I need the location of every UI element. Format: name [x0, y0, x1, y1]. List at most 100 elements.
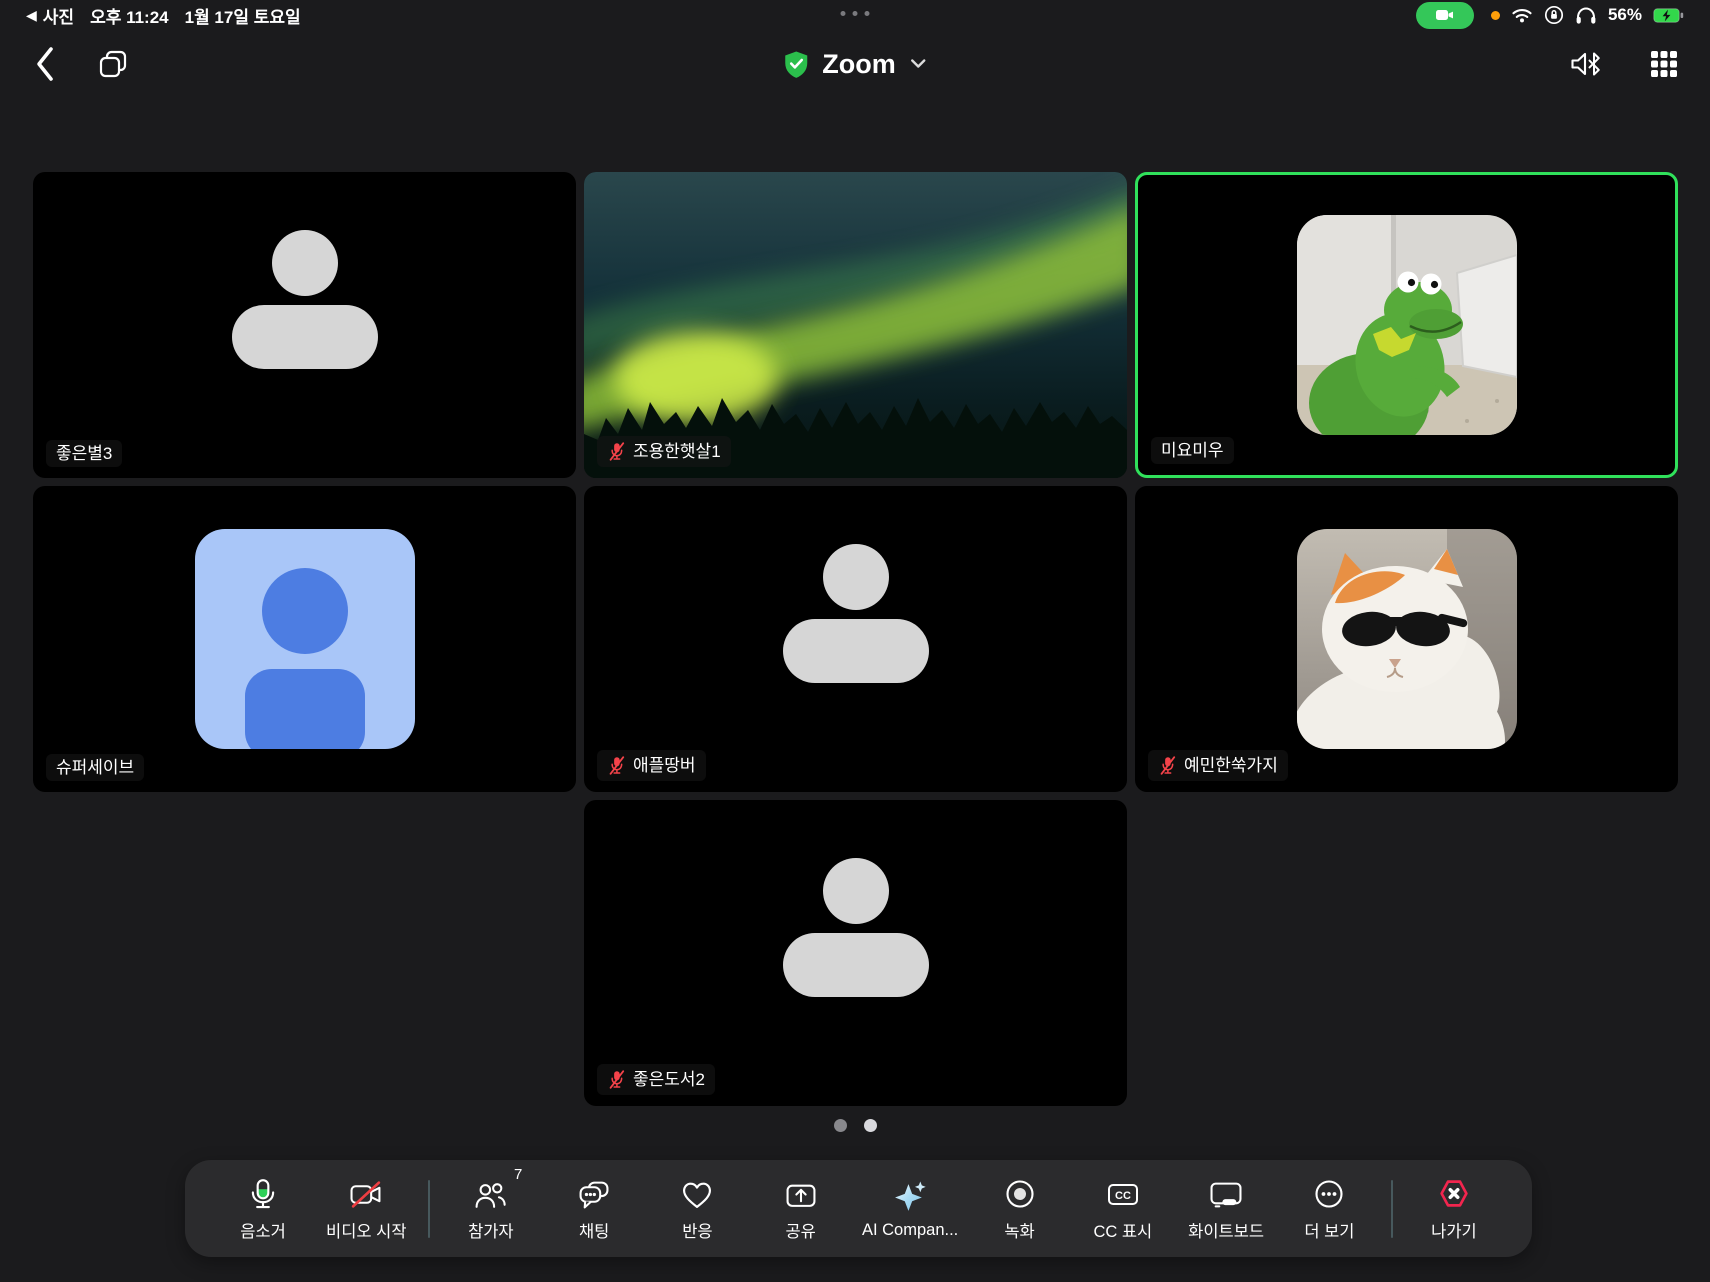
- participant-tile[interactable]: 슈퍼세이브: [33, 486, 576, 792]
- participant-tile[interactable]: 조용한햇살1: [584, 172, 1127, 478]
- heart-icon: [680, 1175, 714, 1210]
- aurora-video-feed: [584, 172, 1127, 478]
- toolbar-label: 공유: [786, 1218, 816, 1242]
- microphone-icon: [248, 1175, 278, 1210]
- toolbar-label: 녹화: [1004, 1218, 1034, 1242]
- participant-tile[interactable]: 예민한쑥가지: [1135, 486, 1678, 792]
- leave-button[interactable]: 나가기: [1412, 1175, 1496, 1242]
- participant-name: 슈퍼세이브: [56, 759, 134, 776]
- toolbar-label: AI Compan...: [862, 1221, 958, 1240]
- profile-image-kermit: [1297, 215, 1517, 435]
- overlapping-windows-icon: [96, 47, 130, 81]
- record-button[interactable]: 녹화: [978, 1175, 1062, 1242]
- page-dot-2[interactable]: [864, 1119, 877, 1132]
- leave-hexagon-icon: [1437, 1175, 1471, 1210]
- back-button[interactable]: [32, 44, 56, 84]
- participant-name-tag: 슈퍼세이브: [46, 754, 144, 781]
- page-indicator[interactable]: [0, 1119, 1710, 1132]
- meeting-title-dropdown[interactable]: Zoom: [783, 30, 927, 98]
- toolbar-label: 비디오 시작: [326, 1218, 406, 1242]
- participant-name-tag: 좋은별3: [46, 440, 122, 467]
- cc-icon: CC: [1105, 1175, 1141, 1210]
- multitask-dots-indicator: [841, 11, 870, 16]
- muted-mic-icon: [607, 755, 626, 776]
- ai-companion-button[interactable]: AI Compan...: [862, 1178, 958, 1240]
- participant-name: 좋은도서2: [633, 1071, 705, 1088]
- meeting-toolbar: 음소거 비디오 시작 7 참가자: [185, 1160, 1532, 1257]
- whiteboard-icon: [1208, 1175, 1244, 1210]
- start-video-button[interactable]: 비디오 시작: [324, 1175, 408, 1242]
- chat-icon: [577, 1175, 611, 1210]
- toolbar-label: 채팅: [579, 1218, 609, 1242]
- orientation-lock-icon: [1544, 5, 1564, 25]
- participant-name-tag: 예민한쑥가지: [1148, 750, 1288, 781]
- back-to-app-indicator[interactable]: ◀ 사진: [26, 3, 74, 28]
- status-bar: ◀ 사진 오후 11:24 1월 17일 토요일: [0, 0, 1710, 30]
- avatar-silhouette: [766, 540, 946, 690]
- muted-mic-icon: [607, 441, 626, 462]
- clock: 오후 11:24: [90, 3, 169, 28]
- toolbar-label: 반응: [682, 1218, 712, 1242]
- video-grid: 좋은별3: [33, 172, 1678, 1106]
- participants-count-badge: 7: [514, 1166, 522, 1183]
- grid-view-icon: [1650, 50, 1678, 78]
- participant-name: 미요미우: [1161, 442, 1224, 459]
- whiteboard-button[interactable]: 화이트보드: [1184, 1175, 1268, 1242]
- battery-charging-icon: [1653, 8, 1684, 23]
- muted-mic-icon: [607, 1069, 626, 1090]
- toolbar-divider: [428, 1180, 430, 1238]
- encryption-shield-icon: [783, 50, 809, 78]
- back-to-app-icon: ◀: [26, 8, 37, 22]
- toolbar-divider: [1391, 1180, 1393, 1238]
- camera-in-use-pill[interactable]: [1416, 2, 1474, 29]
- chevron-left-icon: [32, 44, 56, 84]
- chevron-down-icon: [909, 58, 927, 70]
- participant-tile[interactable]: 좋은별3: [33, 172, 576, 478]
- meeting-title: Zoom: [822, 49, 896, 80]
- participants-icon: 7: [474, 1175, 507, 1210]
- participant-name: 애플땅버: [633, 757, 696, 774]
- audio-output-button[interactable]: [1569, 48, 1606, 80]
- toolbar-label: CC 표시: [1093, 1218, 1152, 1242]
- participant-name-tag: 좋은도서2: [597, 1064, 715, 1095]
- participant-name-tag: 애플땅버: [597, 750, 706, 781]
- svg-text:CC: CC: [1115, 1190, 1131, 1202]
- closed-captions-button[interactable]: CC CC 표시: [1081, 1175, 1165, 1242]
- participant-name: 예민한쑥가지: [1184, 757, 1278, 774]
- more-button[interactable]: 더 보기: [1287, 1175, 1371, 1242]
- reactions-button[interactable]: 반응: [655, 1175, 739, 1242]
- page-dot-1[interactable]: [834, 1119, 847, 1132]
- participants-button[interactable]: 7 참가자: [449, 1175, 533, 1242]
- profile-image-cat: [1297, 529, 1517, 749]
- toolbar-label: 화이트보드: [1188, 1218, 1264, 1242]
- participant-tile[interactable]: 애플땅버: [584, 486, 1127, 792]
- microphone-in-use-dot: [1491, 11, 1500, 20]
- meeting-nav-bar: Zoom: [0, 30, 1710, 98]
- avatar-silhouette: [215, 226, 395, 376]
- wifi-icon: [1511, 7, 1533, 23]
- more-ellipsis-icon: [1313, 1175, 1345, 1210]
- participant-tile[interactable]: 좋은도서2: [584, 800, 1127, 1106]
- mute-button[interactable]: 음소거: [221, 1175, 305, 1242]
- participant-name: 좋은별3: [56, 445, 112, 462]
- record-icon: [1004, 1175, 1036, 1210]
- video-off-icon: [348, 1175, 384, 1210]
- back-to-app-label: 사진: [43, 3, 74, 28]
- view-layout-button[interactable]: [1650, 50, 1678, 78]
- headphones-icon: [1575, 6, 1597, 24]
- toolbar-label: 참가자: [468, 1218, 514, 1242]
- chat-button[interactable]: 채팅: [552, 1175, 636, 1242]
- participant-name-tag: 미요미우: [1151, 437, 1234, 464]
- avatar-silhouette: [766, 854, 946, 1004]
- participant-tile-active-speaker[interactable]: 미요미우: [1135, 172, 1678, 478]
- date: 1월 17일 토요일: [185, 3, 301, 28]
- toolbar-label: 음소거: [240, 1218, 286, 1242]
- toolbar-label: 더 보기: [1304, 1218, 1354, 1242]
- ai-sparkle-icon: [893, 1178, 927, 1213]
- profile-image-blue-avatar: [195, 529, 415, 749]
- muted-mic-icon: [1158, 755, 1177, 776]
- camera-icon: [1434, 7, 1455, 23]
- battery-percent-label: 56%: [1608, 5, 1642, 25]
- share-button[interactable]: 공유: [759, 1175, 843, 1242]
- multi-window-button[interactable]: [96, 47, 130, 81]
